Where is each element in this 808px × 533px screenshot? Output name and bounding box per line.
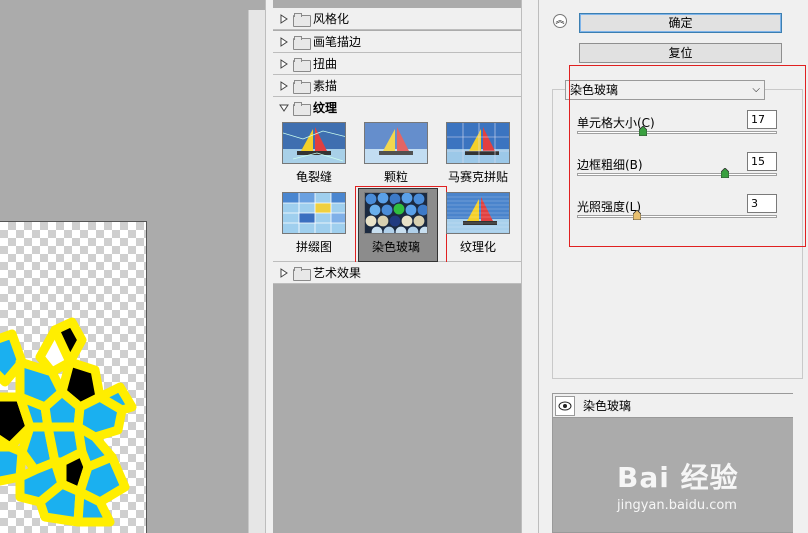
baidu-watermark: Bai 经验 jingyan.baidu.com — [617, 456, 797, 516]
folder-icon — [293, 35, 311, 50]
folder-icon — [293, 12, 311, 27]
category-stylize[interactable]: 风格化 — [273, 8, 521, 30]
texture-thumbnails: 龟裂缝 颗粒 马赛克拼贴 拼缀图 染色玻璃 纹理化 — [273, 118, 521, 264]
param-border-thickness: 边框粗细(B) 15 — [577, 152, 787, 192]
category-distort[interactable]: 扭曲 — [273, 53, 521, 75]
collapse-gallery-icon[interactable]: ︽ — [553, 14, 567, 28]
param-cell-size: 单元格大小(C) 17 — [577, 110, 787, 150]
thumb-patchwork[interactable]: 拼缀图 — [273, 190, 355, 262]
preview-pane — [0, 0, 265, 533]
category-label: 画笔描边 — [313, 35, 362, 49]
thumbnail-label: 颗粒 — [383, 170, 408, 184]
param-slider-track[interactable] — [577, 131, 777, 134]
category-label: 扭曲 — [313, 57, 338, 71]
category-label: 风格化 — [313, 12, 350, 26]
filter-gallery: 风格化 画笔描边 扭曲 素描 纹理 龟裂缝 颗粒 马赛克拼贴 拼缀图 染色玻璃 … — [273, 0, 538, 533]
thumbnail-label: 龟裂缝 — [295, 170, 332, 184]
eye-icon[interactable] — [555, 395, 575, 416]
thumb-texturizer[interactable]: 纹理化 — [437, 190, 519, 262]
expand-arrow-icon[interactable] — [277, 13, 291, 24]
settings-panel: ︽ 确定 复位 染色玻璃 ⌵ 单元格大小(C) 17 边框粗细(B) 15 光照… — [538, 0, 808, 533]
watermark-title: Bai 经验 — [617, 461, 739, 494]
thumbnail-label: 拼缀图 — [295, 240, 332, 254]
reset-button[interactable]: 复位 — [579, 43, 782, 63]
slider-knob-icon[interactable] — [633, 210, 641, 220]
expand-arrow-icon[interactable] — [277, 80, 291, 91]
slider-knob-icon[interactable] — [639, 126, 647, 136]
stained-glass-preview-image — [0, 317, 137, 527]
thumb-mosaic-tiles[interactable]: 马赛克拼贴 — [437, 120, 519, 192]
ok-button[interactable]: 确定 — [579, 13, 782, 33]
slider-knob-icon[interactable] — [721, 168, 729, 178]
collapse-arrow-icon[interactable] — [277, 104, 291, 112]
param-value-input[interactable]: 3 — [747, 194, 777, 213]
thumb-craquelure[interactable]: 龟裂缝 — [273, 120, 355, 192]
folder-icon — [293, 79, 311, 94]
folder-icon — [293, 266, 311, 281]
expand-arrow-icon[interactable] — [277, 36, 291, 47]
thumbnail-image — [364, 122, 428, 164]
watermark-url: jingyan.baidu.com — [617, 498, 737, 513]
thumbnail-image — [282, 122, 346, 164]
param-label: 光照强度(L) — [577, 200, 642, 214]
category-label: 素描 — [313, 79, 338, 93]
preview-scrollbar[interactable] — [248, 10, 265, 533]
effect-layer-name: 染色玻璃 — [583, 399, 632, 413]
param-value-input[interactable]: 17 — [747, 110, 777, 129]
param-slider-track[interactable] — [577, 173, 777, 176]
category-brush-strokes[interactable]: 画笔描边 — [273, 31, 521, 53]
thumb-grain[interactable]: 颗粒 — [355, 120, 437, 192]
param-value-input[interactable]: 15 — [747, 152, 777, 171]
effect-layer-row[interactable]: 染色玻璃 — [553, 394, 807, 418]
category-texture[interactable]: 纹理 — [273, 97, 521, 119]
expand-arrow-icon[interactable] — [277, 267, 291, 278]
param-slider-track[interactable] — [577, 215, 777, 218]
category-label: 纹理 — [313, 101, 338, 115]
expand-arrow-icon[interactable] — [277, 58, 291, 69]
thumbnail-label: 纹理化 — [459, 240, 496, 254]
thumbnail-image — [364, 192, 428, 234]
thumbnail-label: 马赛克拼贴 — [447, 170, 508, 184]
open-folder-icon — [293, 101, 311, 116]
preview-canvas[interactable] — [0, 221, 147, 533]
category-sketch[interactable]: 素描 — [273, 75, 521, 97]
category-label: 艺术效果 — [313, 266, 362, 280]
thumbnail-image — [446, 192, 510, 234]
param-light-intensity: 光照强度(L) 3 — [577, 194, 787, 234]
param-label: 边框粗细(B) — [577, 158, 643, 172]
thumbnail-label: 染色玻璃 — [371, 240, 420, 254]
thumbnail-image — [282, 192, 346, 234]
thumb-stained-glass[interactable]: 染色玻璃 — [355, 186, 447, 264]
category-artistic[interactable]: 艺术效果 — [273, 262, 521, 284]
gallery-scrollbar[interactable] — [521, 0, 538, 533]
pane-divider[interactable] — [265, 0, 273, 533]
folder-icon — [293, 57, 311, 72]
thumbnail-image — [446, 122, 510, 164]
